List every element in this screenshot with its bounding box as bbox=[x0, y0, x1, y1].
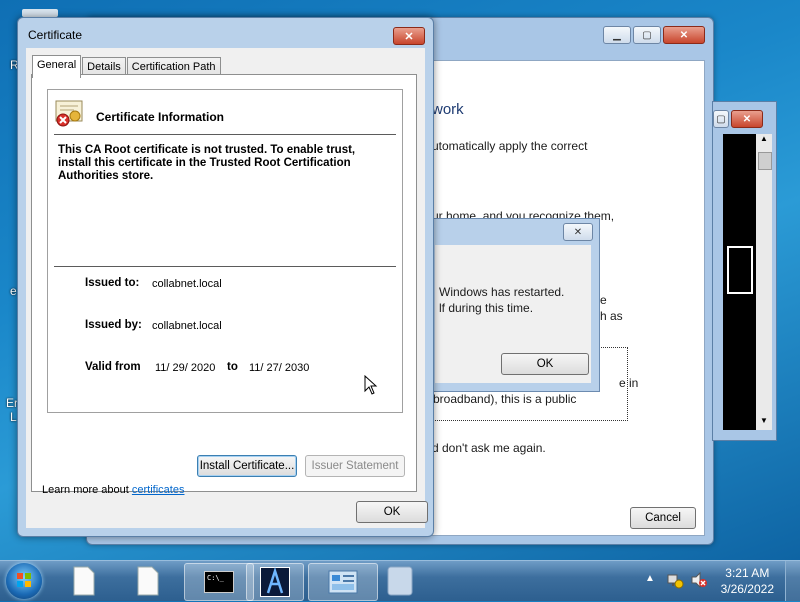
certificate-error-icon bbox=[55, 100, 83, 127]
volume-muted-icon[interactable] bbox=[690, 571, 708, 589]
valid-from-label: Valid from bbox=[85, 361, 141, 373]
network-heading: work bbox=[432, 101, 464, 118]
network-text-line: e in bbox=[619, 376, 639, 390]
network-text-line: utomatically apply the correct bbox=[432, 139, 588, 153]
system-clock[interactable]: 3:21 AM 3/26/2022 bbox=[721, 565, 774, 597]
minimize-button[interactable]: ▁ bbox=[603, 26, 631, 44]
network-text-line: broadband), this is a public bbox=[433, 392, 577, 406]
clock-time: 3:21 AM bbox=[725, 566, 770, 580]
console-output[interactable] bbox=[723, 134, 756, 430]
taskbar-item-document[interactable] bbox=[124, 563, 172, 599]
window-caption-buttons: ▁ ▢ ✕ bbox=[603, 26, 705, 44]
taskbar-item-app-a[interactable] bbox=[246, 563, 304, 601]
issuer-statement-button[interactable]: Issuer Statement bbox=[305, 455, 405, 477]
dont-ask-again-link[interactable]: d don't ask me again. bbox=[432, 441, 546, 455]
desktop-icon-label: e bbox=[10, 284, 17, 298]
issued-to-value: collabnet.local bbox=[152, 278, 222, 290]
issued-by-label: Issued by: bbox=[85, 319, 142, 331]
taskbar-item-document[interactable] bbox=[60, 563, 108, 599]
issued-to-label: Issued to: bbox=[85, 277, 140, 289]
network-text-line: e bbox=[600, 293, 607, 307]
network-text-line: h as bbox=[600, 309, 623, 323]
network-status-icon[interactable] bbox=[666, 571, 684, 589]
divider bbox=[54, 266, 396, 267]
certificate-info-box: Certificate Information This CA Root cer… bbox=[47, 89, 403, 413]
console-scrollbar[interactable]: ▲ ▼ bbox=[756, 134, 772, 430]
control-panel-icon bbox=[328, 570, 358, 594]
start-button[interactable] bbox=[6, 563, 42, 599]
document-icon bbox=[137, 566, 159, 596]
taskbar-item-control-panel[interactable] bbox=[308, 563, 378, 601]
issued-by-value: collabnet.local bbox=[152, 320, 222, 332]
console-window: ▢ ✕ ▲ ▼ bbox=[712, 101, 777, 441]
valid-from-value: 11/ 29/ 2020 bbox=[155, 362, 216, 374]
divider bbox=[54, 134, 396, 135]
maximize-button[interactable]: ▢ bbox=[633, 26, 661, 44]
tab-general[interactable]: General bbox=[32, 55, 82, 78]
dialog-message-line: Windows has restarted. bbox=[439, 285, 565, 299]
app-a-icon bbox=[260, 567, 290, 597]
certificate-info-title: Certificate Information bbox=[96, 110, 225, 124]
blank-window-icon bbox=[387, 566, 413, 596]
dialog-ok-button[interactable]: OK bbox=[501, 353, 589, 375]
restart-dialog: ✕ Windows has restarted. lf during this … bbox=[432, 218, 600, 392]
scroll-up-icon[interactable]: ▲ bbox=[756, 134, 772, 148]
ok-button[interactable]: OK bbox=[356, 501, 428, 523]
general-tab-pane: Certificate Information This CA Root cer… bbox=[31, 74, 417, 496]
console-restore-button[interactable]: ▢ bbox=[713, 110, 729, 128]
desktop-recycle-icon[interactable] bbox=[22, 9, 58, 17]
document-icon bbox=[73, 566, 95, 596]
cancel-button[interactable]: Cancel bbox=[630, 507, 696, 529]
learn-more-prefix: Learn more about bbox=[42, 484, 129, 496]
svg-text:C:\_: C:\_ bbox=[207, 574, 225, 582]
mouse-cursor-icon bbox=[364, 375, 378, 395]
desktop-icon-label: L bbox=[10, 410, 17, 424]
command-prompt-icon: C:\_ bbox=[204, 571, 234, 593]
certificates-link[interactable]: certificates bbox=[132, 484, 185, 496]
valid-to-value: 11/ 27/ 2030 bbox=[249, 362, 310, 374]
windows-logo-icon bbox=[17, 573, 31, 587]
taskbar-item-blank[interactable] bbox=[372, 563, 428, 599]
window-title: Certificate bbox=[28, 28, 83, 42]
dialog-body: Windows has restarted. lf during this ti… bbox=[435, 245, 591, 383]
scroll-down-icon[interactable]: ▼ bbox=[756, 416, 772, 430]
dialog-close-button[interactable]: ✕ bbox=[563, 223, 593, 241]
dialog-message-line: lf during this time. bbox=[439, 301, 534, 315]
console-close-button[interactable]: ✕ bbox=[731, 110, 763, 128]
valid-to-label: to bbox=[227, 361, 238, 373]
show-desktop-button[interactable] bbox=[785, 561, 800, 601]
show-hidden-icons-icon[interactable]: ▲ bbox=[645, 573, 655, 584]
close-button[interactable]: ✕ bbox=[663, 26, 705, 44]
install-certificate-button[interactable]: Install Certificate... bbox=[197, 455, 297, 477]
console-frame bbox=[727, 246, 753, 294]
scroll-thumb[interactable] bbox=[758, 152, 772, 170]
taskbar-item-command-prompt[interactable]: C:\_ bbox=[184, 563, 254, 601]
taskbar: C:\_ ▲ 3:21 AM 3/26/2022 bbox=[0, 560, 800, 601]
learn-more-text: Learn more about certificates bbox=[42, 484, 184, 496]
trust-warning-text: This CA Root certificate is not trusted.… bbox=[58, 144, 356, 182]
certificate-dialog-body: General Details Certification Path Certi… bbox=[26, 48, 428, 528]
certificate-window: Certificate ✕ General Details Certificat… bbox=[17, 17, 434, 537]
clock-date: 3/26/2022 bbox=[720, 582, 774, 596]
close-button[interactable]: ✕ bbox=[393, 27, 425, 45]
